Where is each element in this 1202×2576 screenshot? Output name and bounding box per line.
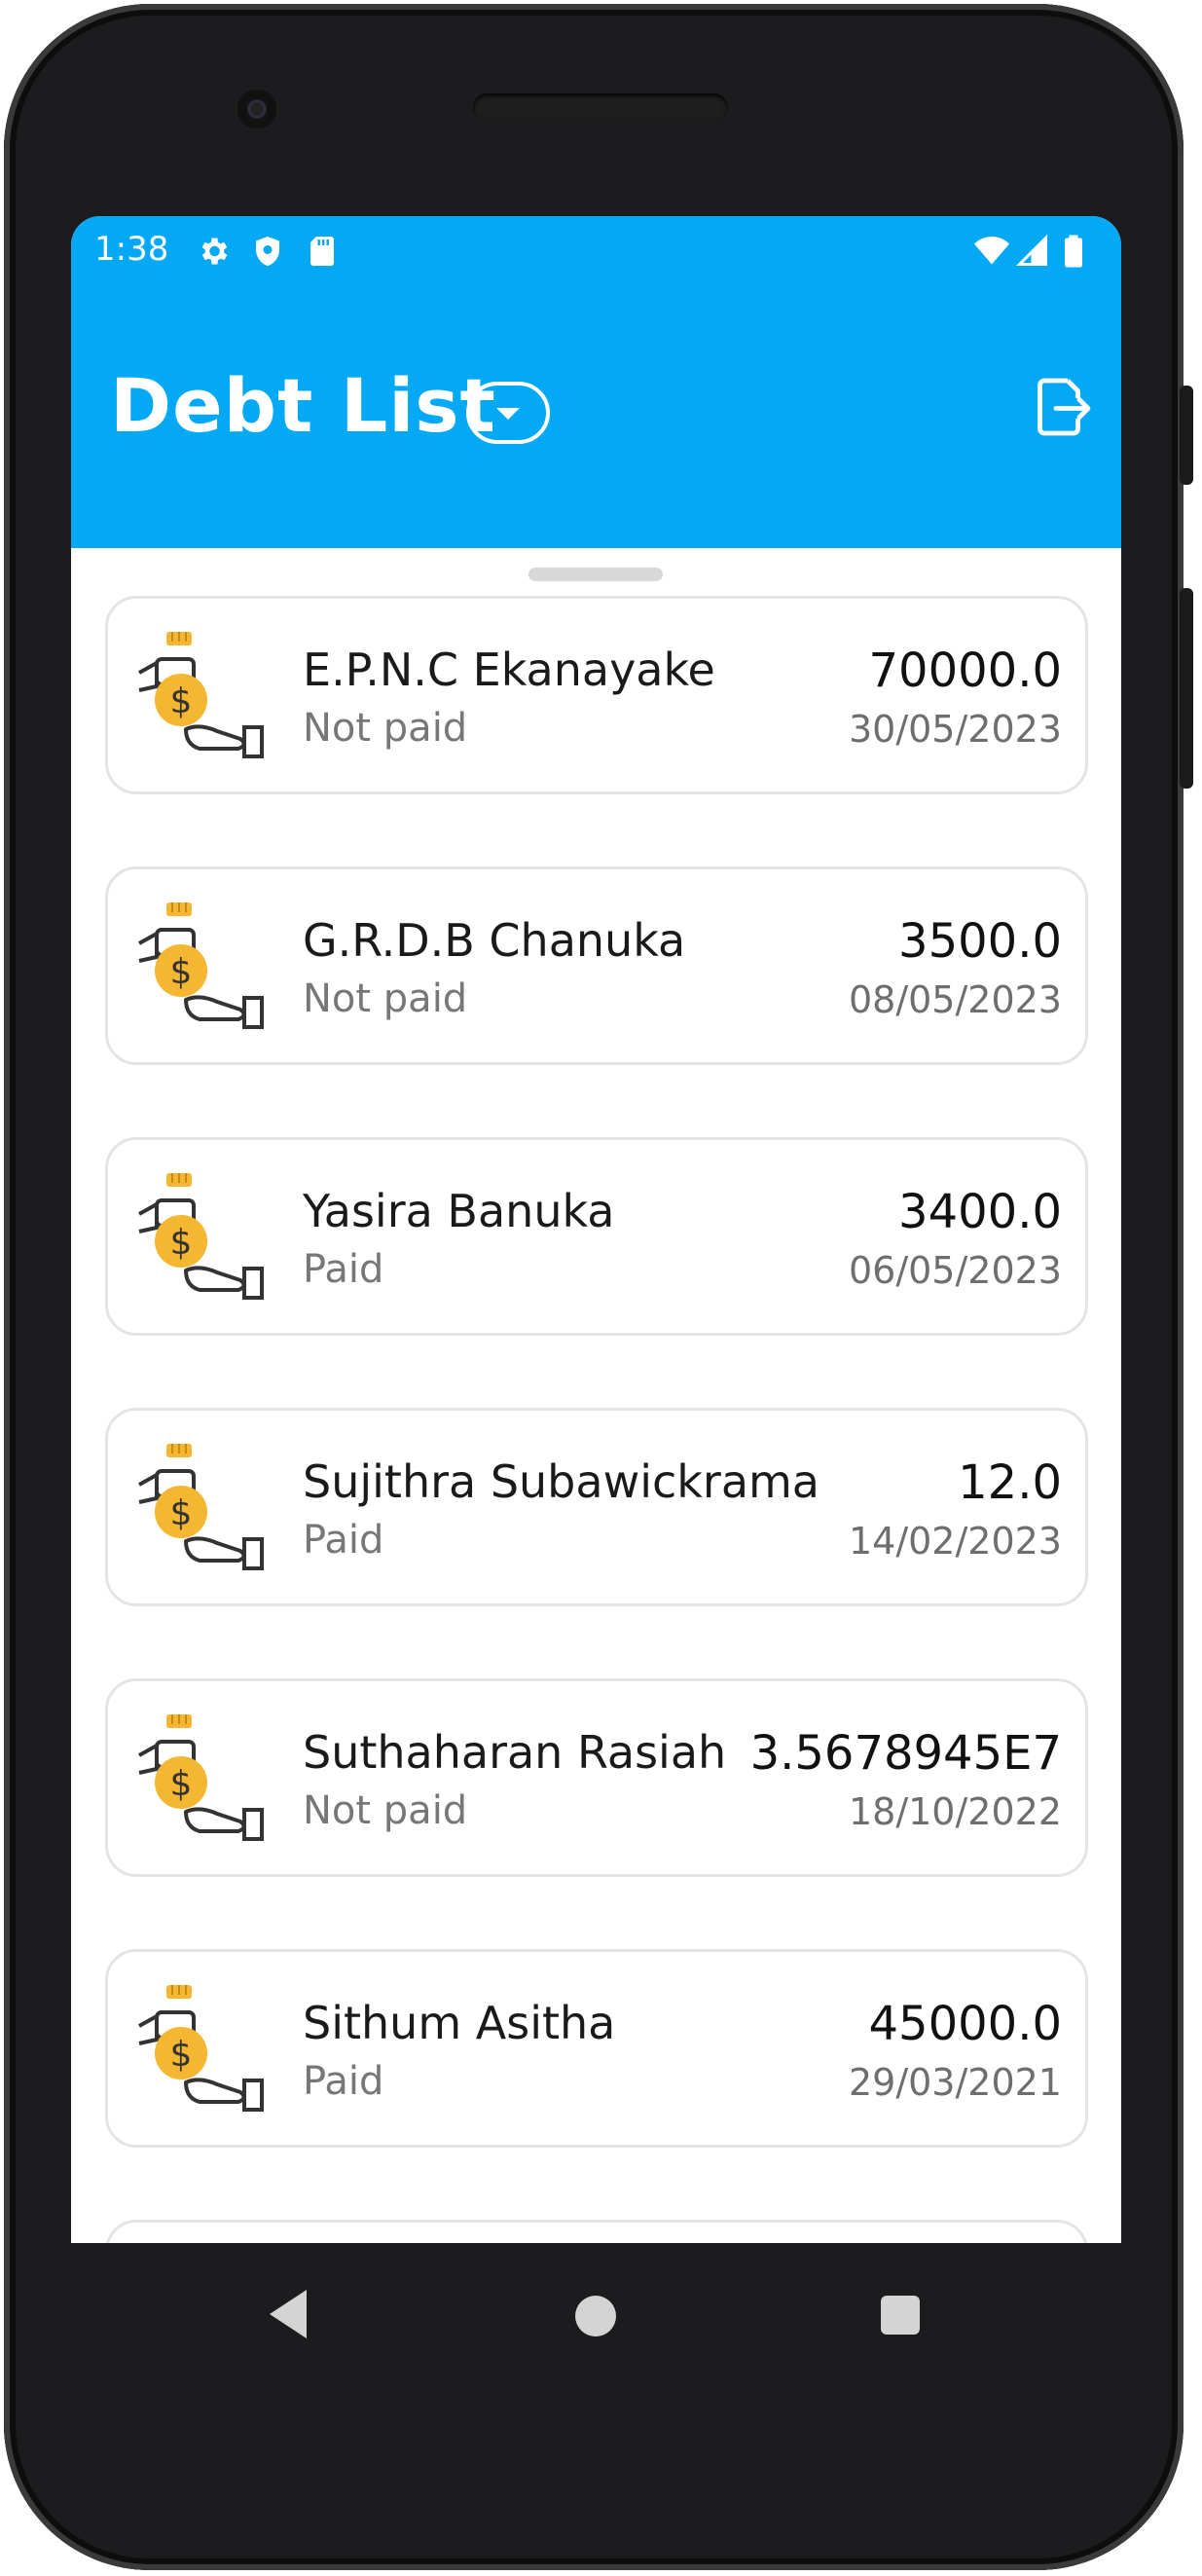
phone-frame: 1:38 Debt List $ E.P.N.C Ekanayake Not p… <box>4 4 1193 2570</box>
screen: 1:38 Debt List $ E.P.N.C Ekanayake Not p… <box>71 216 1121 2243</box>
back-icon[interactable] <box>268 2288 309 2340</box>
page-title: Debt List <box>110 362 496 449</box>
debtor-name: Sithum Asitha <box>303 1997 616 2049</box>
money-hand-icon: $ <box>138 1985 264 2112</box>
money-hand-icon: $ <box>138 1714 264 1841</box>
money-hand-icon: $ <box>138 1173 264 1300</box>
system-nav-bar <box>71 2243 1121 2418</box>
debtor-name: Sujithra Subawickrama <box>303 1455 820 1508</box>
debt-amount: 3.5678945E7 <box>749 1726 1062 1781</box>
debt-card[interactable]: $ Yasira Banuka Paid 3400.0 06/05/2023 <box>105 1137 1088 1336</box>
debt-card[interactable]: $ E.P.N.C Ekanayake Not paid 70000.0 30/… <box>105 596 1088 794</box>
debt-date: 18/10/2022 <box>848 1790 1062 1833</box>
svg-text:$: $ <box>170 952 193 992</box>
payment-status: Paid <box>303 1518 384 1563</box>
chevron-down-icon <box>496 408 520 420</box>
home-icon[interactable] <box>575 2296 616 2337</box>
debt-amount: 12.0 <box>958 1455 1062 1510</box>
debtor-name: E.P.N.C Ekanayake <box>303 644 715 696</box>
payment-status: Paid <box>303 1247 384 1292</box>
sd-card-icon <box>310 237 334 266</box>
battery-icon <box>1065 235 1082 268</box>
debtor-name: G.R.D.B Chanuka <box>303 914 686 967</box>
debt-date: 14/02/2023 <box>848 1520 1062 1563</box>
debt-amount: 3400.0 <box>898 1185 1062 1239</box>
front-camera <box>237 90 276 129</box>
filter-dropdown-button[interactable] <box>466 382 550 444</box>
sheet-drag-handle[interactable] <box>528 568 663 581</box>
svg-text:$: $ <box>170 2035 193 2075</box>
logout-icon[interactable] <box>1027 372 1097 442</box>
shield-icon <box>256 237 279 266</box>
debt-date: 30/05/2023 <box>848 708 1062 751</box>
app-bar: 1:38 Debt List <box>71 216 1121 548</box>
svg-text:$: $ <box>170 1493 193 1533</box>
debt-date: 06/05/2023 <box>848 1249 1062 1292</box>
earpiece-speaker <box>473 93 728 121</box>
status-bar: 1:38 <box>71 216 1121 284</box>
payment-status: Not paid <box>303 1788 468 1833</box>
debt-card[interactable]: $ Sujithra Subawickrama Paid 12.0 14/02/… <box>105 1408 1088 1606</box>
wifi-icon <box>974 237 1009 265</box>
money-hand-icon: $ <box>138 902 264 1029</box>
svg-text:$: $ <box>170 1764 193 1804</box>
debt-date: 29/03/2021 <box>848 2061 1062 2104</box>
status-time: 1:38 <box>94 230 169 269</box>
signal-icon <box>1015 234 1047 266</box>
payment-status: Paid <box>303 2059 384 2104</box>
debt-card[interactable]: $ M.M.C Marasinghe Not paid 20000.0 21/0… <box>105 2220 1088 2243</box>
debt-card[interactable]: $ Suthaharan Rasiah Not paid 3.5678945E7… <box>105 1678 1088 1877</box>
svg-text:$: $ <box>170 681 193 721</box>
debt-date: 08/05/2023 <box>848 978 1062 1021</box>
payment-status: Not paid <box>303 976 468 1021</box>
svg-text:$: $ <box>170 1223 193 1263</box>
debt-amount: 70000.0 <box>868 644 1063 698</box>
power-button <box>1180 386 1193 485</box>
volume-button <box>1180 588 1193 789</box>
money-hand-icon: $ <box>138 632 264 758</box>
debt-amount: 3500.0 <box>898 914 1062 969</box>
recents-icon[interactable] <box>881 2296 920 2335</box>
debt-card[interactable]: $ Sithum Asitha Paid 45000.0 29/03/2021 <box>105 1949 1088 2148</box>
debtor-name: Suthaharan Rasiah <box>303 1726 727 1779</box>
payment-status: Not paid <box>303 706 468 751</box>
money-hand-icon: $ <box>138 1444 264 1570</box>
debtor-name: Yasira Banuka <box>303 1185 615 1237</box>
debt-card[interactable]: $ G.R.D.B Chanuka Not paid 3500.0 08/05/… <box>105 866 1088 1065</box>
gear-icon <box>201 238 228 265</box>
debt-amount: 45000.0 <box>868 1997 1063 2051</box>
